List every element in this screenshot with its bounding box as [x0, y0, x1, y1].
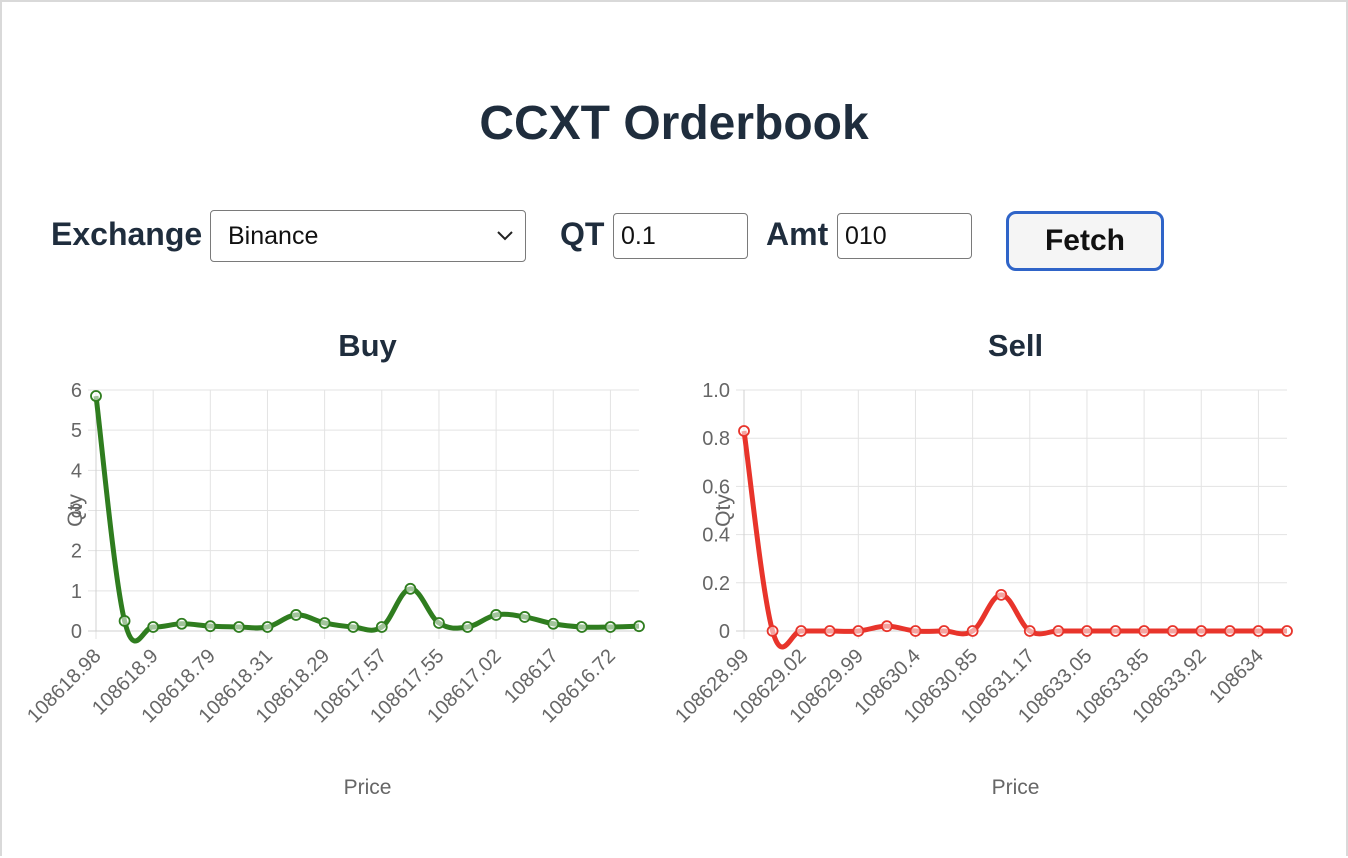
- chevron-down-icon: [497, 231, 513, 241]
- sell-ytick-label: 1.0: [702, 380, 730, 402]
- sell-data-point: [738, 425, 750, 437]
- buy-data-point: [90, 390, 102, 402]
- buy-data-point: [318, 617, 331, 629]
- buy-data-point: [518, 611, 531, 623]
- buy-data-point: [118, 615, 131, 627]
- sell-ytick-label: 0: [719, 621, 730, 643]
- sell-data-point: [1195, 625, 1208, 637]
- sell-chart: Sell 0 0.2 0.4 0.6 0.8 1.0 108628.99 108629.02 10…: [671, 310, 1328, 820]
- sell-data-point: [1138, 625, 1151, 637]
- sell-ytick-label: 0.8: [702, 428, 730, 450]
- buy-data-point: [232, 621, 245, 633]
- buy-xlabel: Price: [344, 776, 392, 799]
- sell-xtick-label: 108634: [1205, 645, 1268, 708]
- buy-data-point: [461, 621, 474, 633]
- buy-data-point: [633, 620, 645, 633]
- buy-data-point: [375, 621, 388, 633]
- buy-ytick-label: 2: [71, 541, 82, 563]
- sell-data-point: [995, 588, 1008, 601]
- amt-input[interactable]: [837, 213, 972, 259]
- buy-data-point: [433, 617, 445, 629]
- buy-data-point: [404, 582, 417, 595]
- sell-data-point: [795, 625, 808, 637]
- buy-data-point: [547, 617, 560, 630]
- sell-data-point: [852, 625, 865, 637]
- buy-chart-svg: Buy0123456108618.98108618.9108618.791086…: [23, 328, 645, 799]
- sell-data-point: [823, 625, 836, 637]
- exchange-select-value: Binance: [228, 222, 319, 250]
- amt-label: Amt: [766, 216, 829, 252]
- fetch-button[interactable]: Fetch: [1006, 211, 1164, 271]
- sell-ylabel: Qty: [712, 494, 735, 527]
- buy-data-point: [175, 617, 188, 630]
- qt-label: QT: [560, 216, 605, 252]
- sell-ytick-label: 0.2: [702, 573, 730, 595]
- buy-data-point: [290, 609, 302, 621]
- page-title: CCXT Orderbook: [479, 97, 869, 150]
- sell-chart-title: Sell: [988, 328, 1043, 363]
- buy-data-point: [604, 621, 617, 633]
- qt-input[interactable]: [613, 213, 748, 259]
- buy-ytick-label: 1: [71, 581, 82, 603]
- sell-data-point: [1223, 625, 1236, 637]
- sell-ytick-label: 0.4: [702, 525, 730, 547]
- buy-data-point: [347, 621, 360, 633]
- sell-series-line: [741, 430, 1287, 650]
- sell-data-point: [1052, 625, 1065, 637]
- sell-data-point: [1252, 625, 1265, 637]
- sell-data-point: [1166, 625, 1179, 637]
- exchange-select[interactable]: Binance: [210, 210, 526, 262]
- buy-ytick-label: 6: [71, 380, 82, 402]
- buy-ytick-label: 4: [71, 460, 82, 482]
- exchange-label: Exchange: [51, 216, 203, 252]
- buy-chart: Buy 0 1 2 3 4 5 6 108618.98 108618.9 108618.79 1086…: [23, 310, 680, 820]
- sell-xlabel: Price: [992, 776, 1040, 799]
- sell-data-point: [766, 625, 779, 637]
- buy-chart-title: Buy: [338, 328, 397, 363]
- buy-data-point: [147, 621, 160, 633]
- buy-data-point: [204, 620, 217, 633]
- sell-chart-svg: Sell00.20.40.60.81.0108628.99108629.0210…: [671, 328, 1293, 799]
- sell-data-point: [1023, 625, 1036, 637]
- buy-data-point: [490, 609, 503, 621]
- sell-data-point: [1109, 625, 1122, 637]
- sell-data-point: [966, 625, 979, 637]
- buy-data-point: [575, 621, 588, 633]
- sell-data-point: [1081, 625, 1093, 637]
- sell-data-point: [1281, 625, 1293, 637]
- buy-series-line: [93, 395, 640, 644]
- buy-ytick-label: 0: [71, 621, 82, 643]
- sell-data-point: [880, 620, 893, 633]
- buy-data-point: [261, 621, 274, 633]
- buy-ylabel: Qty: [64, 494, 87, 527]
- sell-data-point: [909, 625, 922, 637]
- buy-ytick-label: 5: [71, 420, 82, 442]
- sell-data-point: [938, 625, 950, 637]
